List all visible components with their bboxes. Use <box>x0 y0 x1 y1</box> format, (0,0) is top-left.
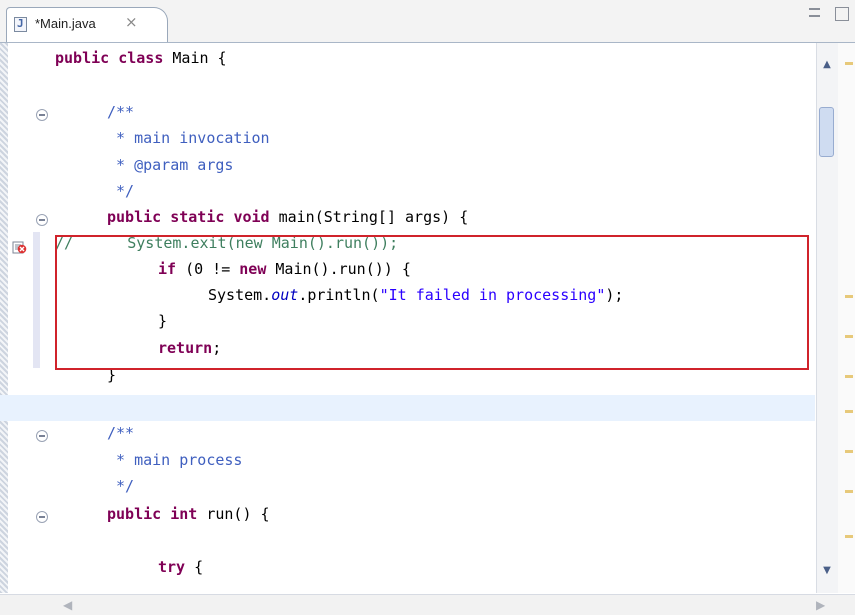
code-line[interactable] <box>0 532 815 558</box>
kw-token: class <box>118 49 164 67</box>
kw-token: public <box>55 49 110 67</box>
tab-title: *Main.java <box>35 16 96 31</box>
overview-mark[interactable] <box>845 490 853 493</box>
kw-token: void <box>233 208 270 226</box>
java-editor: J *Main.java × public class Main { /** *… <box>0 0 855 615</box>
code-line[interactable]: public static void main(String[] args) { <box>0 208 815 234</box>
code-line[interactable] <box>0 75 815 101</box>
overview-mark[interactable] <box>845 535 853 538</box>
code-text: public class Main { <box>55 49 227 67</box>
overview-mark[interactable] <box>845 335 853 338</box>
code-line[interactable]: * main process <box>0 451 815 477</box>
java-file-icon-letter: J <box>17 17 24 30</box>
java-file-icon: J <box>14 17 27 32</box>
overview-mark[interactable] <box>845 62 853 65</box>
comment-token: */ <box>107 182 135 200</box>
code-line[interactable]: public int run() { <box>0 505 815 531</box>
kw-token: int <box>170 505 198 523</box>
code-text: * main invocation <box>107 129 270 147</box>
highlight-annotation-box <box>55 235 809 370</box>
code-line[interactable]: * main invocation <box>0 129 815 155</box>
error-marker-icon[interactable] <box>11 239 27 255</box>
code-token: { <box>185 558 204 576</box>
overview-ruler[interactable] <box>838 43 855 593</box>
kw-token: public <box>107 505 162 523</box>
code-token: run() { <box>197 505 270 523</box>
code-line[interactable]: /** <box>0 424 815 450</box>
comment-token: * main process <box>107 451 243 469</box>
code-text: public int run() { <box>107 505 270 523</box>
scroll-thumb[interactable] <box>819 107 834 157</box>
close-icon[interactable]: × <box>125 13 138 31</box>
fold-collapse-icon[interactable] <box>36 430 48 442</box>
code-token: Main { <box>163 49 227 67</box>
overview-mark[interactable] <box>845 410 853 413</box>
overview-mark[interactable] <box>845 450 853 453</box>
code-line[interactable]: /** <box>0 103 815 129</box>
code-text: /** <box>107 424 134 442</box>
horizontal-scrollbar[interactable] <box>0 594 855 615</box>
code-text: /** <box>107 103 134 121</box>
current-code-line[interactable] <box>0 395 815 421</box>
code-text: */ <box>107 477 134 495</box>
comment-token: * main invocation <box>107 129 270 147</box>
kw-token: public <box>107 208 162 226</box>
code-token: main(String[] args) { <box>269 208 469 226</box>
overview-mark[interactable] <box>845 295 853 298</box>
comment-token: * @param args <box>107 156 234 174</box>
scroll-right-icon[interactable]: ▶ <box>816 598 825 612</box>
maximize-icon[interactable] <box>835 7 849 21</box>
comment-token: /** <box>107 424 135 442</box>
code-text: public static void main(String[] args) { <box>107 208 468 226</box>
comment-token: /** <box>107 103 135 121</box>
code-line[interactable]: try { <box>0 558 815 584</box>
overview-mark[interactable] <box>845 375 853 378</box>
code-text: * main process <box>107 451 242 469</box>
minimize-icon[interactable] <box>809 8 820 17</box>
code-line[interactable]: public class Main { <box>0 49 815 75</box>
scroll-left-icon[interactable]: ◀ <box>63 598 72 612</box>
code-line[interactable]: */ <box>0 182 815 208</box>
kw-token: try <box>158 558 186 576</box>
scroll-down-icon[interactable]: ▼ <box>819 564 835 578</box>
comment-token: */ <box>107 477 135 495</box>
code-line[interactable]: * @param args <box>0 156 815 182</box>
scroll-up-icon[interactable]: ▲ <box>819 58 835 72</box>
code-text: * @param args <box>107 156 233 174</box>
editor-tab-bar: J *Main.java × <box>0 0 855 43</box>
fold-collapse-icon[interactable] <box>36 511 48 523</box>
fold-collapse-icon[interactable] <box>36 109 48 121</box>
kw-token: static <box>170 208 225 226</box>
tab-main-java[interactable]: J *Main.java × <box>6 7 168 42</box>
fold-collapse-icon[interactable] <box>36 214 48 226</box>
code-line[interactable]: */ <box>0 477 815 503</box>
code-text: */ <box>107 182 134 200</box>
code-text: try { <box>158 558 203 576</box>
